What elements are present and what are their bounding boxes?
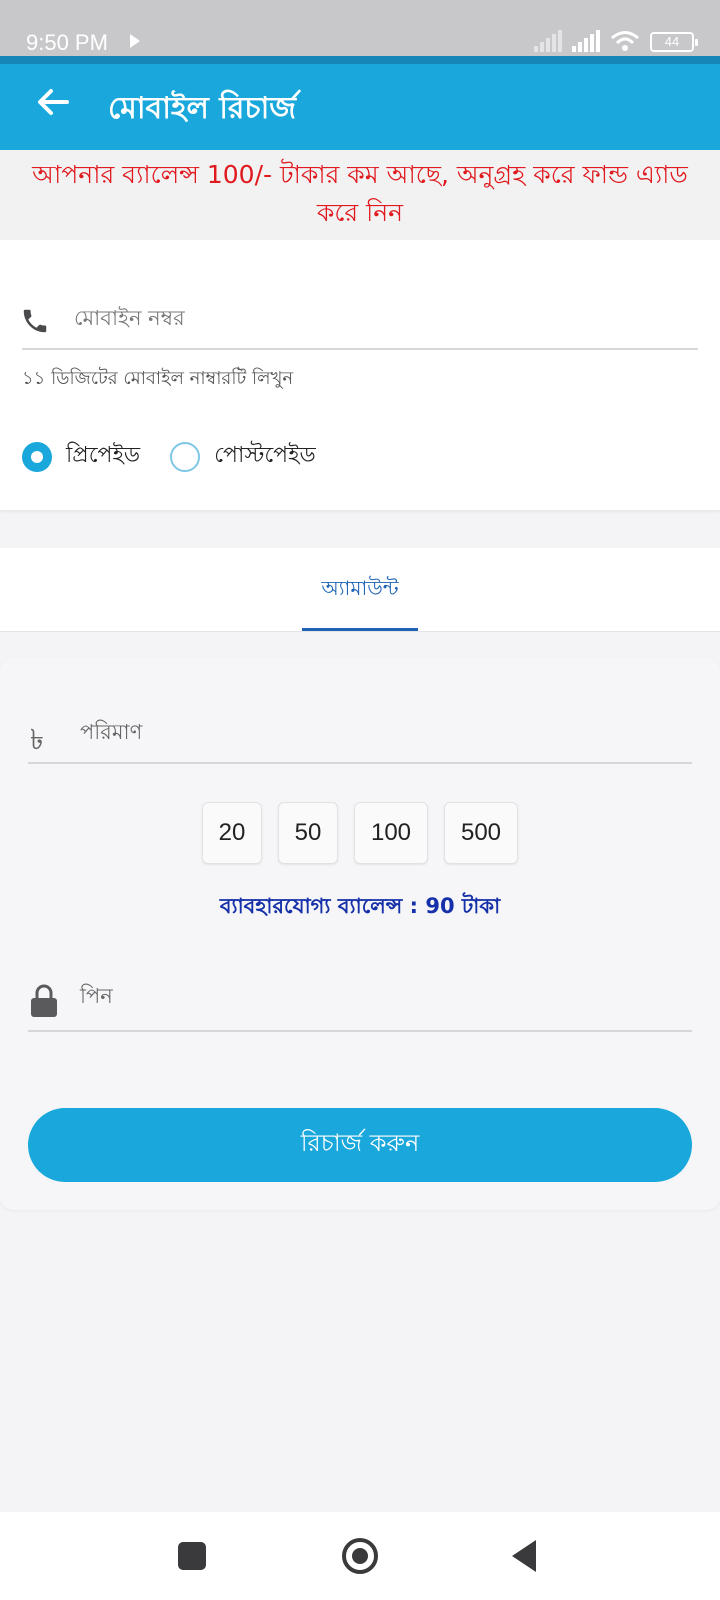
quick-amount-20[interactable]: 20 xyxy=(202,802,262,864)
prepaid-radio[interactable] xyxy=(22,441,52,472)
back-button[interactable] xyxy=(32,82,72,122)
lock-icon xyxy=(31,984,57,1017)
amount-input[interactable]: পরিমাণ xyxy=(80,716,142,751)
status-icons: 44 xyxy=(534,30,698,52)
mobile-number-input[interactable]: মোবাইন নম্বর xyxy=(74,302,185,337)
amount-card: ৳ পরিমাণ 20 50 100 500 ব্যাবহারযোগ্য ব্য… xyxy=(0,658,720,1210)
pin-input-underline xyxy=(28,1030,692,1032)
home-icon[interactable] xyxy=(342,1538,378,1574)
quick-amount-500[interactable]: 500 xyxy=(444,802,518,864)
mobile-number-card: মোবাইন নম্বর ১১ ডিজিটের মোবাইল নাম্বারটি… xyxy=(0,240,720,510)
low-balance-warning: আপনার ব্যালেন্স 100/- টাকার কম আছে, অনুগ… xyxy=(0,150,720,240)
prepaid-label[interactable]: প্রিপেইড xyxy=(66,438,140,475)
mobile-input-underline xyxy=(22,348,698,350)
signal-2-icon xyxy=(572,30,600,52)
connection-type-group: প্রিপেইড পোস্টপেইড xyxy=(22,438,316,475)
wifi-icon xyxy=(611,31,639,51)
tab-amount[interactable]: অ্যামাউন্ট xyxy=(302,574,418,607)
usable-balance: ব্যাবহারযোগ্য ব্যালেন্স : 90 টাকা xyxy=(219,894,501,918)
pin-input[interactable]: পিন xyxy=(80,980,113,1015)
app-bar: মোবাইল রিচার্জ xyxy=(0,56,720,150)
postpaid-radio[interactable] xyxy=(170,441,201,472)
taka-icon: ৳ xyxy=(30,723,44,756)
battery-icon: 44 xyxy=(650,32,698,52)
page-title: মোবাইল রিচার্জ xyxy=(108,91,297,126)
media-play-icon xyxy=(130,34,140,48)
quick-amount-50[interactable]: 50 xyxy=(278,802,338,864)
phone-icon xyxy=(23,309,47,333)
status-time: 9:50 PM xyxy=(26,30,108,55)
quick-amount-100[interactable]: 100 xyxy=(354,802,428,864)
recent-apps-icon[interactable] xyxy=(178,1542,206,1570)
signal-1-icon xyxy=(534,30,562,52)
recharge-button[interactable]: রিচার্জ করুন xyxy=(28,1108,692,1182)
mobile-hint: ১১ ডিজিটের মোবাইল নাম্বারটি লিখুন xyxy=(22,368,294,389)
status-bar: 9:50 PM 44 xyxy=(0,0,720,60)
quick-amount-chips: 20 50 100 500 xyxy=(202,802,518,864)
system-nav-bar xyxy=(0,1512,720,1600)
amount-input-underline xyxy=(28,762,692,764)
back-arrow-icon xyxy=(38,89,69,115)
tab-bar: অ্যামাউন্ট xyxy=(0,548,720,632)
tab-active-indicator xyxy=(302,628,418,631)
postpaid-label[interactable]: পোস্টপেইড xyxy=(214,438,316,475)
nav-back-icon[interactable] xyxy=(512,1540,536,1572)
